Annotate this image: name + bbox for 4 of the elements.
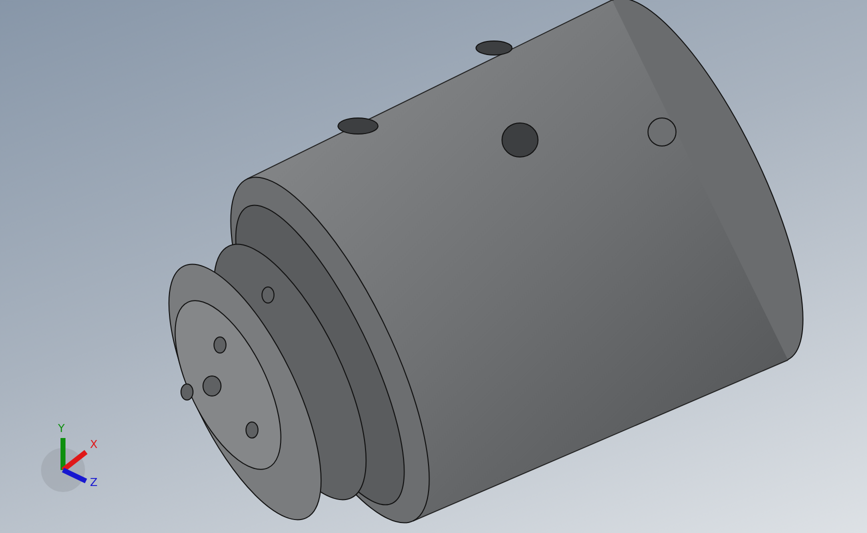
axis-triad-drawing	[41, 438, 88, 492]
axis-label: Y	[58, 422, 65, 435]
axis-label: X	[90, 438, 98, 451]
axis-label: Z	[90, 476, 98, 489]
